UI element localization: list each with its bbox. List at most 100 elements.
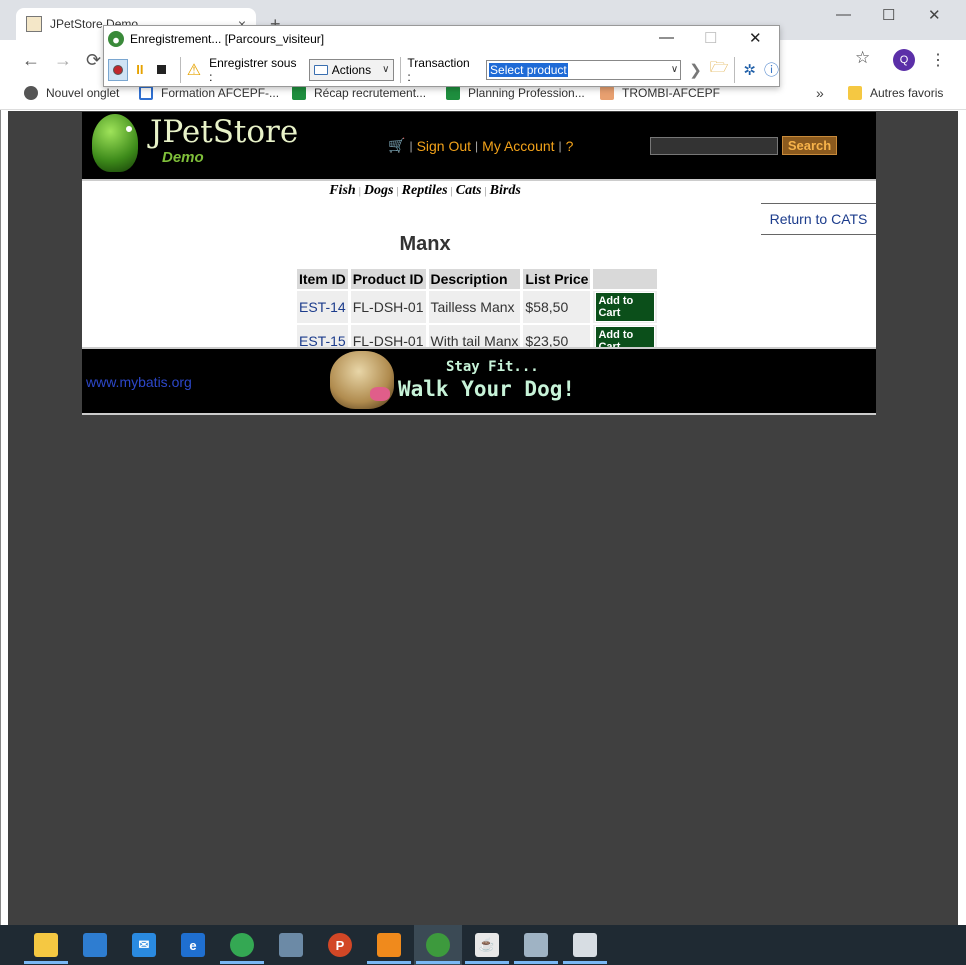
my-account-link[interactable]: My Account <box>482 138 554 154</box>
stop-icon <box>157 65 167 74</box>
recorder-minimize-icon[interactable]: — <box>659 29 674 46</box>
recorder-logo-icon <box>108 30 124 47</box>
file-explorer-icon[interactable] <box>34 933 58 957</box>
chrome-menu-icon[interactable]: ⋮ <box>930 50 946 70</box>
category-cats[interactable]: Cats <box>456 183 482 198</box>
banner-line2: Walk Your Dog! <box>398 377 576 401</box>
bookmark-planning[interactable]: Planning Profession... <box>446 86 585 100</box>
reload-icon[interactable]: ⟳ <box>86 50 101 71</box>
network-icon[interactable] <box>279 933 303 957</box>
powerpoint-icon[interactable]: P <box>328 933 352 957</box>
store-footer: www.mybatis.org Stay Fit... Walk Your Do… <box>82 347 876 415</box>
recorder-app-icon[interactable] <box>426 933 450 957</box>
maximize-window-icon[interactable]: ☐ <box>882 6 895 24</box>
recorder-titlebar: Enregistrement... [Parcours_visiteur] <box>104 26 779 51</box>
bookmark-label: Récap recrutement... <box>314 86 427 100</box>
search-input[interactable] <box>650 137 778 155</box>
product-id-cell: FL-DSH-01 <box>350 291 426 323</box>
sign-out-link[interactable]: Sign Out <box>417 138 471 154</box>
category-fish[interactable]: Fish <box>329 183 355 198</box>
category-dogs[interactable]: Dogs <box>364 183 394 198</box>
add-to-cart-button[interactable]: Add to Cart <box>595 292 656 322</box>
window-app-icon[interactable] <box>573 933 597 957</box>
recorder-maximize-icon[interactable]: ☐ <box>704 29 717 47</box>
folder-icon <box>848 86 862 100</box>
back-icon[interactable]: ← <box>22 50 40 71</box>
help-icon[interactable]: ⓘ <box>764 59 779 80</box>
category-reptiles[interactable]: Reptiles <box>402 183 448 198</box>
bookmark-label: Planning Profession... <box>468 86 585 100</box>
sheets-icon <box>292 86 306 100</box>
monitor-app-icon[interactable] <box>524 933 548 957</box>
bookmark-autres-favoris[interactable]: Autres favoris <box>848 86 943 100</box>
category-nav: Fish | Dogs | Reptiles | Cats | Birds <box>329 183 521 198</box>
dog-image <box>330 351 394 409</box>
forward-icon[interactable]: → <box>54 50 72 71</box>
walk-your-dog-banner: Stay Fit... Walk Your Dog! <box>330 351 592 411</box>
recorder-window: Enregistrement... [Parcours_visiteur] — … <box>103 25 780 87</box>
logo-subtitle: Demo <box>162 149 204 166</box>
items-table: Item ID Product ID Description List Pric… <box>294 267 660 359</box>
column-header: Item ID <box>297 269 348 289</box>
table-header-row: Item ID Product ID Description List Pric… <box>297 269 658 289</box>
bookmark-label: Formation AFCEPF-... <box>161 86 280 100</box>
bookmark-star-icon[interactable]: ☆ <box>855 48 870 68</box>
more-bookmarks-icon[interactable]: » <box>816 85 824 101</box>
transaction-value: Select product <box>489 62 568 77</box>
pause-icon: II <box>136 62 144 77</box>
bookmark-recap[interactable]: Récap recrutement... <box>292 86 426 100</box>
chrome-icon[interactable] <box>230 933 254 957</box>
store-icon[interactable] <box>83 933 107 957</box>
store-content: Fish | Dogs | Reptiles | Cats | Birds Return to … <box>82 179 876 357</box>
bookmark-label: TROMBI-AFCEPF <box>622 86 720 100</box>
edge-icon[interactable]: e <box>181 933 205 957</box>
actions-dropdown-value: Actions <box>331 62 372 77</box>
column-header: Description <box>428 269 521 289</box>
java-icon[interactable]: ☕ <box>475 933 499 957</box>
folder-icon <box>313 64 328 75</box>
globe-icon <box>24 86 38 100</box>
return-to-cats-link[interactable]: Return to CATS <box>761 203 876 235</box>
header-links: 🛒 | Sign Out | My Account | ? <box>388 137 574 154</box>
mail-icon[interactable]: ✉ <box>132 933 156 957</box>
recorder-title: Enregistrement... [Parcours_visiteur] <box>130 31 325 46</box>
help-link[interactable]: ? <box>566 138 574 154</box>
product-title: Manx <box>399 233 451 255</box>
record-icon <box>112 64 123 75</box>
profile-avatar[interactable]: Q <box>893 49 915 71</box>
category-birds[interactable]: Birds <box>490 183 521 198</box>
calendar-icon <box>139 86 153 100</box>
recorder-close-icon[interactable]: ✕ <box>749 29 762 47</box>
search-button[interactable]: Search <box>782 136 837 155</box>
stop-button[interactable] <box>152 59 172 81</box>
item-id-link[interactable]: EST-14 <box>297 291 348 323</box>
capture-icon[interactable]: ✲ <box>743 61 756 79</box>
record-button[interactable] <box>108 58 128 81</box>
action-cell: Add to Cart <box>593 291 658 323</box>
close-window-icon[interactable]: ✕ <box>928 6 941 24</box>
warning-icon[interactable]: ⚠ <box>187 60 201 80</box>
transaction-combobox[interactable]: Select product ∨ <box>486 59 682 80</box>
open-folder-icon[interactable]: 🗁 <box>710 57 729 82</box>
neoload-icon[interactable] <box>377 933 401 957</box>
logo-title[interactable]: JPetStore <box>150 114 298 150</box>
cart-icon[interactable]: 🛒 <box>388 137 405 154</box>
parrot-logo-icon <box>92 114 138 172</box>
save-as-label: Enregistrer sous : <box>209 55 297 84</box>
bookmark-label: Nouvel onglet <box>46 86 120 100</box>
store-header: JPetStore Demo 🛒 | Sign Out | My Account… <box>82 112 876 179</box>
pause-button[interactable]: II <box>130 59 150 81</box>
bookmark-nouvel-onglet[interactable]: Nouvel onglet <box>24 86 119 100</box>
play-transaction-icon[interactable]: ❯ <box>689 61 702 79</box>
mybatis-link[interactable]: www.mybatis.org <box>86 374 192 390</box>
actions-dropdown[interactable]: Actions ∨ <box>308 58 395 81</box>
minimize-window-icon[interactable]: — <box>836 6 851 23</box>
column-header <box>593 269 658 289</box>
chevron-down-icon: ∨ <box>382 64 390 75</box>
chevron-down-icon[interactable]: ∨ <box>671 64 678 75</box>
bookmark-trombi[interactable]: TROMBI-AFCEPF <box>600 86 720 100</box>
sheets-icon <box>446 86 460 100</box>
banner-line1: Stay Fit... <box>446 359 539 375</box>
bookmark-formation[interactable]: Formation AFCEPF-... <box>139 86 279 100</box>
jpetstore-page: JPetStore Demo 🛒 | Sign Out | My Account… <box>82 112 876 415</box>
